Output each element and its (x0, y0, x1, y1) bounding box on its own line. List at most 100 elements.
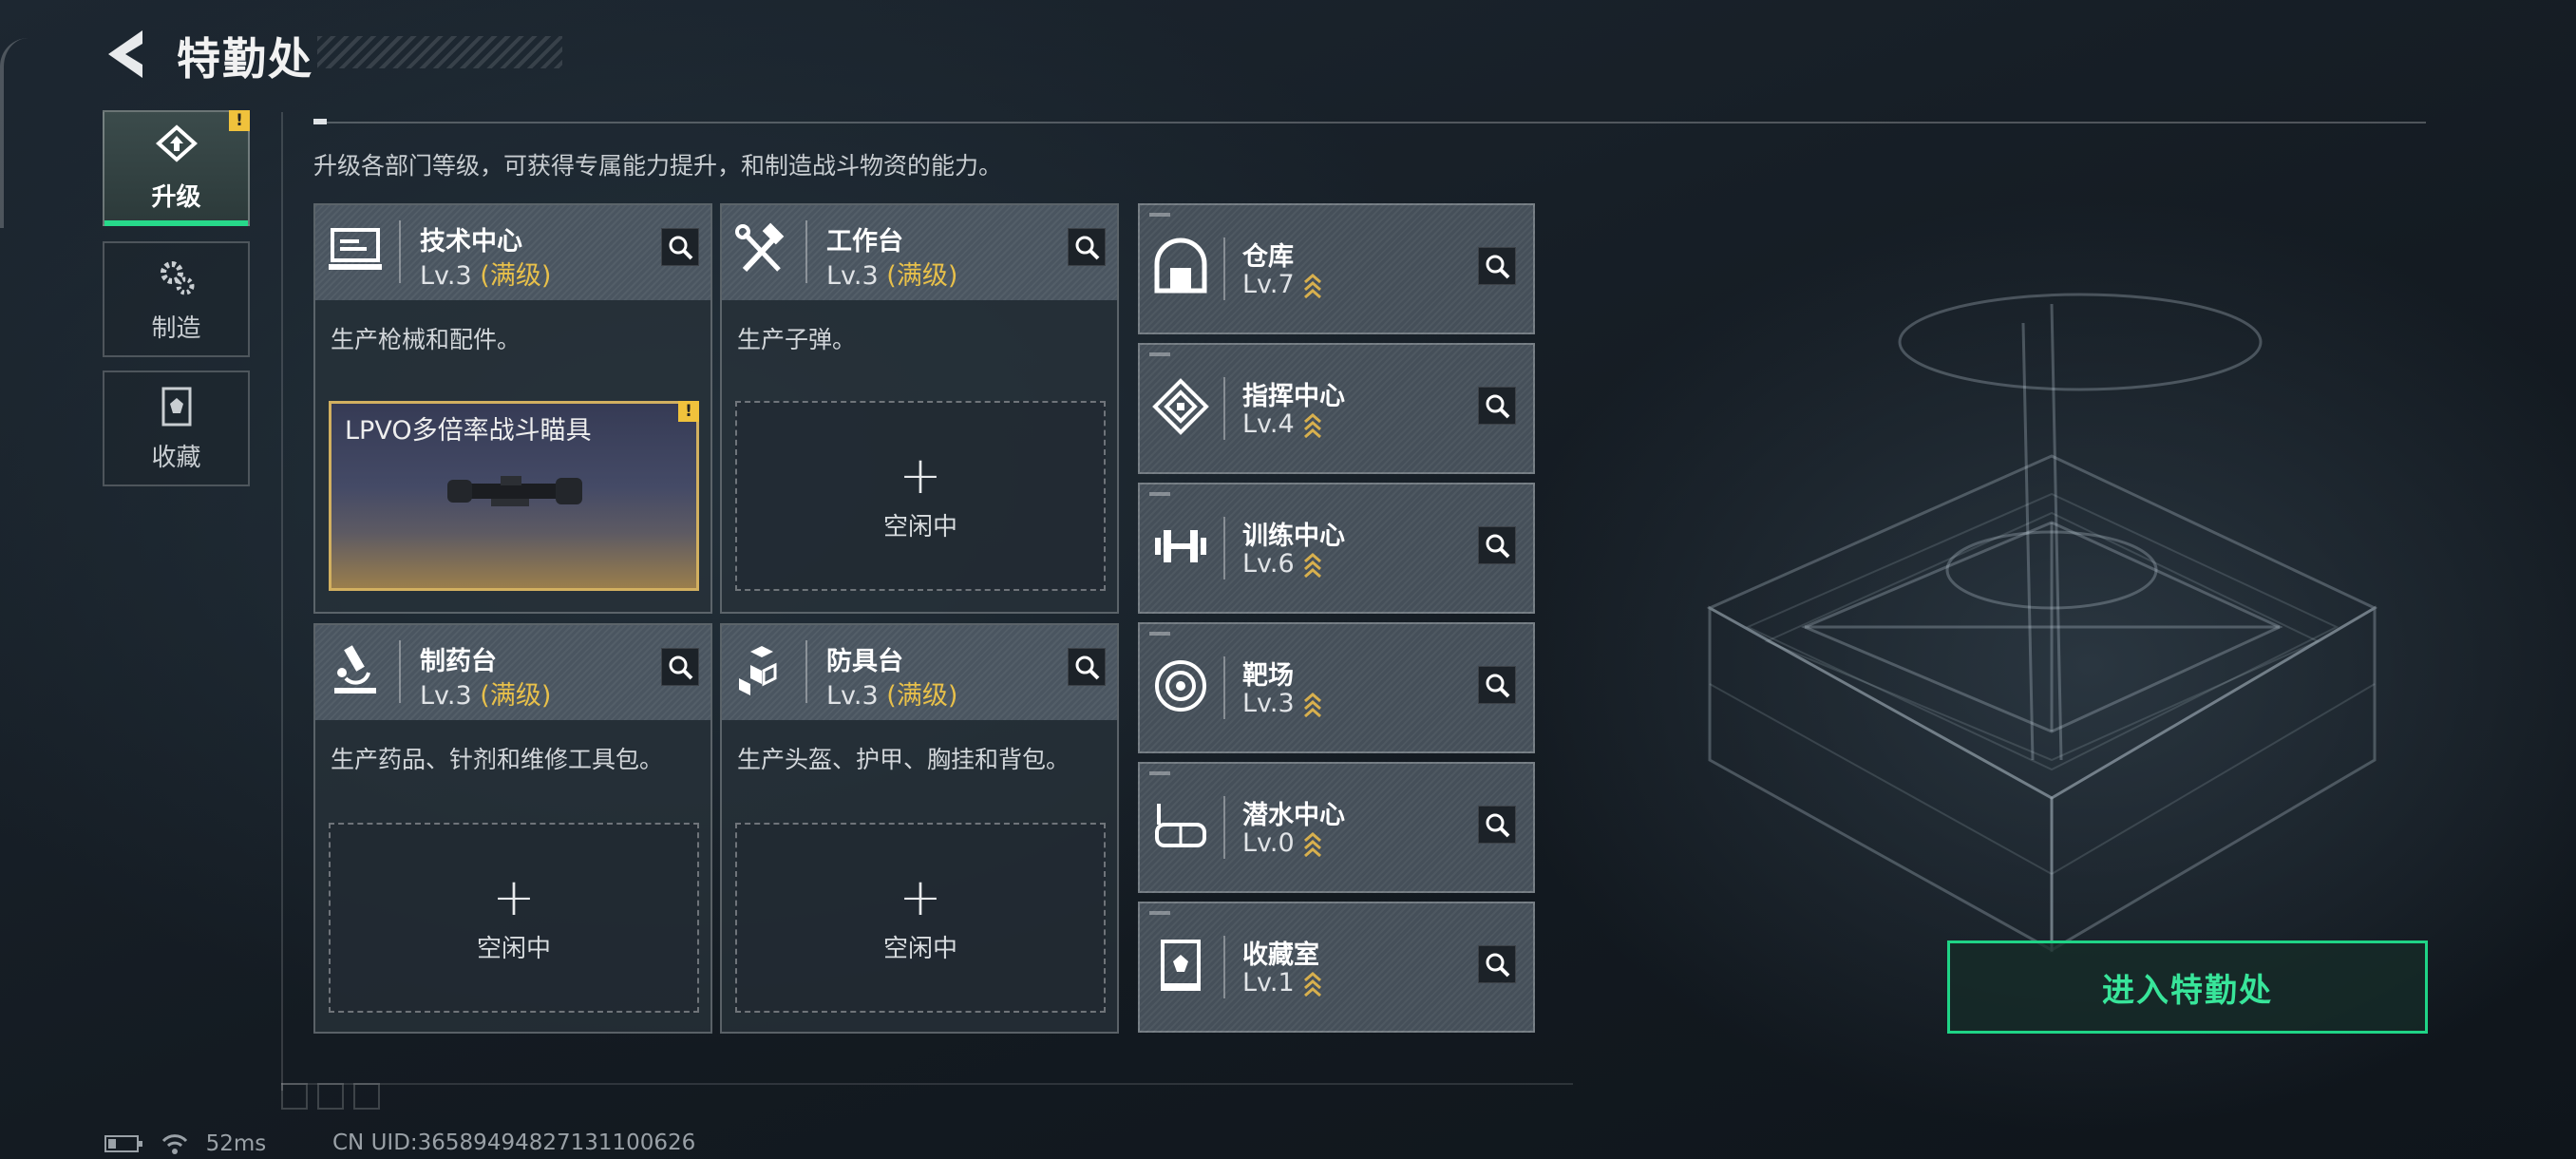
page-subtitle: 升级各部门等级，可获得专属能力提升，和制造战斗物资的能力。 (313, 152, 1003, 180)
max-level-tag: (满级) (886, 681, 958, 711)
dept-card-header: 防具台 Lv.3 (满级) (722, 625, 1117, 720)
header-separator (1223, 936, 1225, 998)
corner-decoration (317, 1083, 344, 1110)
facility-card-command-center[interactable]: 指挥中心 Lv.4 (1138, 343, 1535, 474)
inspect-button[interactable] (661, 648, 699, 686)
dept-description: 生产头盔、护甲、胸挂和背包。 (737, 746, 1070, 773)
dumbbell-icon (1155, 530, 1206, 562)
card-corner-mark (1149, 213, 1170, 217)
ping-value: 52ms (205, 1130, 267, 1156)
max-level-tag: (满级) (480, 261, 552, 291)
wifi-icon (162, 1133, 188, 1154)
nav-tab-upgrade[interactable]: 升级 ! (103, 110, 250, 226)
dept-level: Lv.3 (满级) (826, 261, 958, 291)
magnifier-icon (669, 656, 693, 680)
enter-base-button[interactable]: 进入特勤处 (1947, 940, 2428, 1034)
add-production-icon: + (899, 866, 942, 927)
dept-level: Lv.3 (满级) (420, 261, 552, 291)
inspect-button[interactable] (1478, 387, 1516, 425)
header-separator (805, 220, 807, 283)
nav-tab-collection[interactable]: 收藏 (103, 370, 250, 486)
production-slot-idle[interactable]: + 空闲中 (735, 823, 1106, 1013)
production-slot-idle[interactable]: + 空闲中 (329, 823, 699, 1013)
header-separator (399, 640, 401, 703)
card-corner-mark (1149, 492, 1170, 496)
armor-blocks-icon (739, 646, 777, 695)
magnifier-icon (1486, 674, 1510, 698)
header-separator (1223, 238, 1225, 300)
card-corner-mark (1149, 632, 1170, 636)
corner-decoration (281, 1083, 308, 1110)
content-rail (281, 112, 283, 1091)
bottom-divider (281, 1083, 1573, 1085)
facility-level: Lv.3 (1242, 689, 1323, 718)
vault-icon (1154, 238, 1207, 294)
facility-name: 仓库 (1242, 242, 1294, 272)
active-tab-indicator (104, 220, 248, 226)
idle-label: 空闲中 (882, 512, 957, 542)
facility-name: 收藏室 (1242, 940, 1319, 970)
card-corner-mark (1149, 911, 1170, 915)
header-separator (1223, 377, 1225, 440)
dept-description: 生产子弹。 (737, 326, 857, 353)
inspect-button[interactable] (1478, 945, 1516, 983)
nav-tab-label: 制造 (151, 314, 201, 343)
facility-name: 训练中心 (1242, 522, 1345, 551)
dept-card-armor[interactable]: 防具台 Lv.3 (满级) 生产头盔、护甲、胸挂和背包。 + 空闲中 (720, 623, 1119, 1034)
goggles-icon (1155, 804, 1206, 847)
header-divider-accent (313, 119, 327, 124)
back-arrow-icon[interactable] (103, 27, 150, 82)
facility-card-shooting-range[interactable]: 靶场 Lv.3 (1138, 622, 1535, 753)
header-separator (399, 220, 401, 283)
inspect-button[interactable] (1478, 526, 1516, 564)
header-separator (1223, 517, 1225, 580)
magnifier-icon (1075, 656, 1100, 680)
left-edge-decoration (0, 38, 38, 228)
magnifier-icon (1486, 534, 1510, 559)
header-separator (805, 640, 807, 703)
magnifier-icon (1075, 236, 1100, 260)
inspect-button[interactable] (1478, 806, 1516, 844)
facility-card-warehouse[interactable]: 仓库 Lv.7 (1138, 203, 1535, 334)
inspect-button[interactable] (1478, 666, 1516, 704)
dept-card-pharmacy[interactable]: 制药台 Lv.3 (满级) 生产药品、针剂和维修工具包。 + 空闲中 (313, 623, 712, 1034)
production-slot-idle[interactable]: + 空闲中 (735, 401, 1106, 591)
dept-card-tech-center[interactable]: 技术中心 Lv.3 (满级) 生产枪械和配件。 LPVO多倍率战斗瞄具 ! (313, 203, 712, 614)
user-uid: CN UID:36589494827131100626 (332, 1130, 696, 1155)
battery-icon (104, 1134, 142, 1152)
nav-tab-label: 升级 (151, 182, 201, 212)
facility-card-training-center[interactable]: 训练中心 Lv.6 (1138, 483, 1535, 614)
alert-badge: ! (229, 110, 250, 131)
idle-label: 空闲中 (882, 934, 957, 963)
showcase-icon (161, 387, 191, 426)
upgrade-chevrons-icon (1303, 831, 1321, 857)
dept-name: 技术中心 (420, 227, 522, 256)
header-divider (313, 122, 2426, 124)
production-slot-active[interactable]: LPVO多倍率战斗瞄具 ! (329, 401, 699, 591)
facility-level: Lv.4 (1242, 409, 1323, 439)
facility-level: Lv.1 (1242, 968, 1323, 998)
facility-level: Lv.0 (1242, 828, 1323, 858)
inspect-button[interactable] (1478, 247, 1516, 285)
scope-item-image (447, 476, 582, 506)
card-corner-mark (1149, 771, 1170, 775)
facility-card-collection-room[interactable]: 收藏室 Lv.1 (1138, 902, 1535, 1033)
upgrade-chevrons-icon (1303, 412, 1321, 438)
dept-level: Lv.3 (满级) (420, 681, 552, 711)
corner-decoration (353, 1083, 380, 1110)
nav-tab-label: 收藏 (151, 443, 201, 472)
dept-card-workbench[interactable]: 工作台 Lv.3 (满级) 生产子弹。 + 空闲中 (720, 203, 1119, 614)
status-bar: 52ms (104, 1130, 266, 1156)
command-icon (1152, 378, 1209, 435)
nav-tab-craft[interactable]: 制造 (103, 241, 250, 357)
magnifier-icon (1486, 953, 1510, 978)
magnifier-icon (669, 236, 693, 260)
microscope-icon (334, 645, 376, 694)
dept-level: Lv.3 (满级) (826, 681, 958, 711)
page-title: 特勤处 (177, 33, 313, 85)
facility-level: Lv.6 (1242, 549, 1323, 579)
inspect-button[interactable] (1068, 648, 1106, 686)
inspect-button[interactable] (661, 228, 699, 266)
facility-card-diving-center[interactable]: 潜水中心 Lv.0 (1138, 762, 1535, 893)
inspect-button[interactable] (1068, 228, 1106, 266)
